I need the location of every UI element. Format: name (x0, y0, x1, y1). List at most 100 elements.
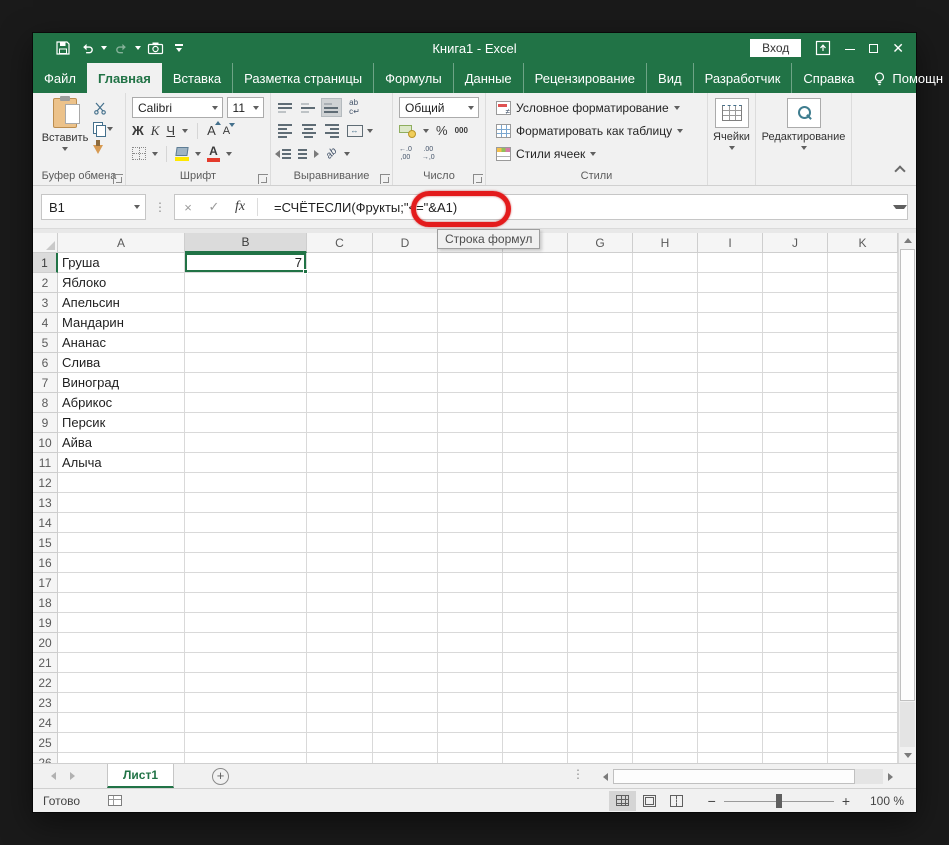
cell-I4[interactable] (698, 313, 763, 333)
fill-color-button[interactable] (175, 147, 189, 161)
row-header-20[interactable]: 20 (33, 633, 58, 653)
row-header-11[interactable]: 11 (33, 453, 58, 473)
cell-I26[interactable] (698, 753, 763, 763)
cell-D5[interactable] (373, 333, 438, 353)
tab-scroll-grip[interactable]: ⋮ (570, 768, 586, 780)
cell-G9[interactable] (568, 413, 633, 433)
cell-A20[interactable] (58, 633, 185, 653)
row-header-8[interactable]: 8 (33, 393, 58, 413)
cell-J6[interactable] (763, 353, 828, 373)
collapse-ribbon-icon[interactable] (894, 165, 905, 176)
cell-B21[interactable] (185, 653, 307, 673)
cell-C7[interactable] (307, 373, 373, 393)
cell-K3[interactable] (828, 293, 898, 313)
row-header-7[interactable]: 7 (33, 373, 58, 393)
merge-center-button[interactable]: ↔ (344, 121, 365, 140)
cell-D23[interactable] (373, 693, 438, 713)
vertical-scrollbar-thumb[interactable] (900, 249, 915, 701)
percent-format-button[interactable]: % (436, 124, 448, 137)
tab-home[interactable]: Главная (87, 63, 162, 93)
cell-C3[interactable] (307, 293, 373, 313)
cell-A24[interactable] (58, 713, 185, 733)
cell-E15[interactable] (438, 533, 503, 553)
row-header-19[interactable]: 19 (33, 613, 58, 633)
maximize-button[interactable] (869, 41, 878, 55)
cell-K5[interactable] (828, 333, 898, 353)
cell-I17[interactable] (698, 573, 763, 593)
cell-G22[interactable] (568, 673, 633, 693)
cell-D13[interactable] (373, 493, 438, 513)
cell-E5[interactable] (438, 333, 503, 353)
redo-dropdown-icon[interactable] (135, 46, 141, 50)
cell-F16[interactable] (503, 553, 568, 573)
cell-A23[interactable] (58, 693, 185, 713)
cell-C23[interactable] (307, 693, 373, 713)
cell-I21[interactable] (698, 653, 763, 673)
cell-D26[interactable] (373, 753, 438, 763)
cell-A1[interactable]: Груша (58, 253, 185, 273)
cell-B19[interactable] (185, 613, 307, 633)
cell-K8[interactable] (828, 393, 898, 413)
cell-B11[interactable] (185, 453, 307, 473)
cell-B22[interactable] (185, 673, 307, 693)
cell-E21[interactable] (438, 653, 503, 673)
tab-review[interactable]: Рецензирование (523, 63, 646, 93)
paste-button[interactable]: Вставить (42, 98, 88, 164)
cell-I8[interactable] (698, 393, 763, 413)
row-header-17[interactable]: 17 (33, 573, 58, 593)
cell-B18[interactable] (185, 593, 307, 613)
cell-D21[interactable] (373, 653, 438, 673)
sheet-tab-list1[interactable]: Лист1 (107, 764, 174, 788)
cell-H1[interactable] (633, 253, 698, 273)
next-sheet-icon[interactable] (70, 772, 75, 780)
cell-H6[interactable] (633, 353, 698, 373)
cell-I6[interactable] (698, 353, 763, 373)
cell-K7[interactable] (828, 373, 898, 393)
scroll-right-icon[interactable] (883, 768, 898, 785)
zoom-out-button[interactable]: − (708, 793, 716, 809)
cell-C19[interactable] (307, 613, 373, 633)
align-top-button[interactable] (275, 98, 296, 117)
cell-F19[interactable] (503, 613, 568, 633)
cell-K11[interactable] (828, 453, 898, 473)
close-button[interactable]: ✕ (892, 41, 904, 55)
cell-H2[interactable] (633, 273, 698, 293)
bold-button[interactable]: Ж (132, 124, 144, 137)
column-header-J[interactable]: J (763, 233, 828, 253)
cell-B9[interactable] (185, 413, 307, 433)
cell-E14[interactable] (438, 513, 503, 533)
cell-I24[interactable] (698, 713, 763, 733)
cell-I1[interactable] (698, 253, 763, 273)
cell-K13[interactable] (828, 493, 898, 513)
format-painter-button[interactable] (93, 141, 113, 158)
cell-G12[interactable] (568, 473, 633, 493)
format-as-table-button[interactable]: Форматировать как таблицу (488, 120, 705, 141)
cell-J19[interactable] (763, 613, 828, 633)
previous-sheet-icon[interactable] (51, 772, 56, 780)
cell-C25[interactable] (307, 733, 373, 753)
cell-A12[interactable] (58, 473, 185, 493)
cell-C9[interactable] (307, 413, 373, 433)
cell-B24[interactable] (185, 713, 307, 733)
cell-H25[interactable] (633, 733, 698, 753)
row-header-18[interactable]: 18 (33, 593, 58, 613)
cell-F12[interactable] (503, 473, 568, 493)
cell-F23[interactable] (503, 693, 568, 713)
cell-D6[interactable] (373, 353, 438, 373)
cell-D11[interactable] (373, 453, 438, 473)
cell-C24[interactable] (307, 713, 373, 733)
cell-E6[interactable] (438, 353, 503, 373)
cell-G17[interactable] (568, 573, 633, 593)
cell-I11[interactable] (698, 453, 763, 473)
cell-A16[interactable] (58, 553, 185, 573)
cell-K20[interactable] (828, 633, 898, 653)
cell-D18[interactable] (373, 593, 438, 613)
cell-D20[interactable] (373, 633, 438, 653)
column-header-H[interactable]: H (633, 233, 698, 253)
cell-H19[interactable] (633, 613, 698, 633)
cell-H7[interactable] (633, 373, 698, 393)
cell-J10[interactable] (763, 433, 828, 453)
tab-view[interactable]: Вид (646, 63, 693, 93)
cell-A13[interactable] (58, 493, 185, 513)
cell-G8[interactable] (568, 393, 633, 413)
